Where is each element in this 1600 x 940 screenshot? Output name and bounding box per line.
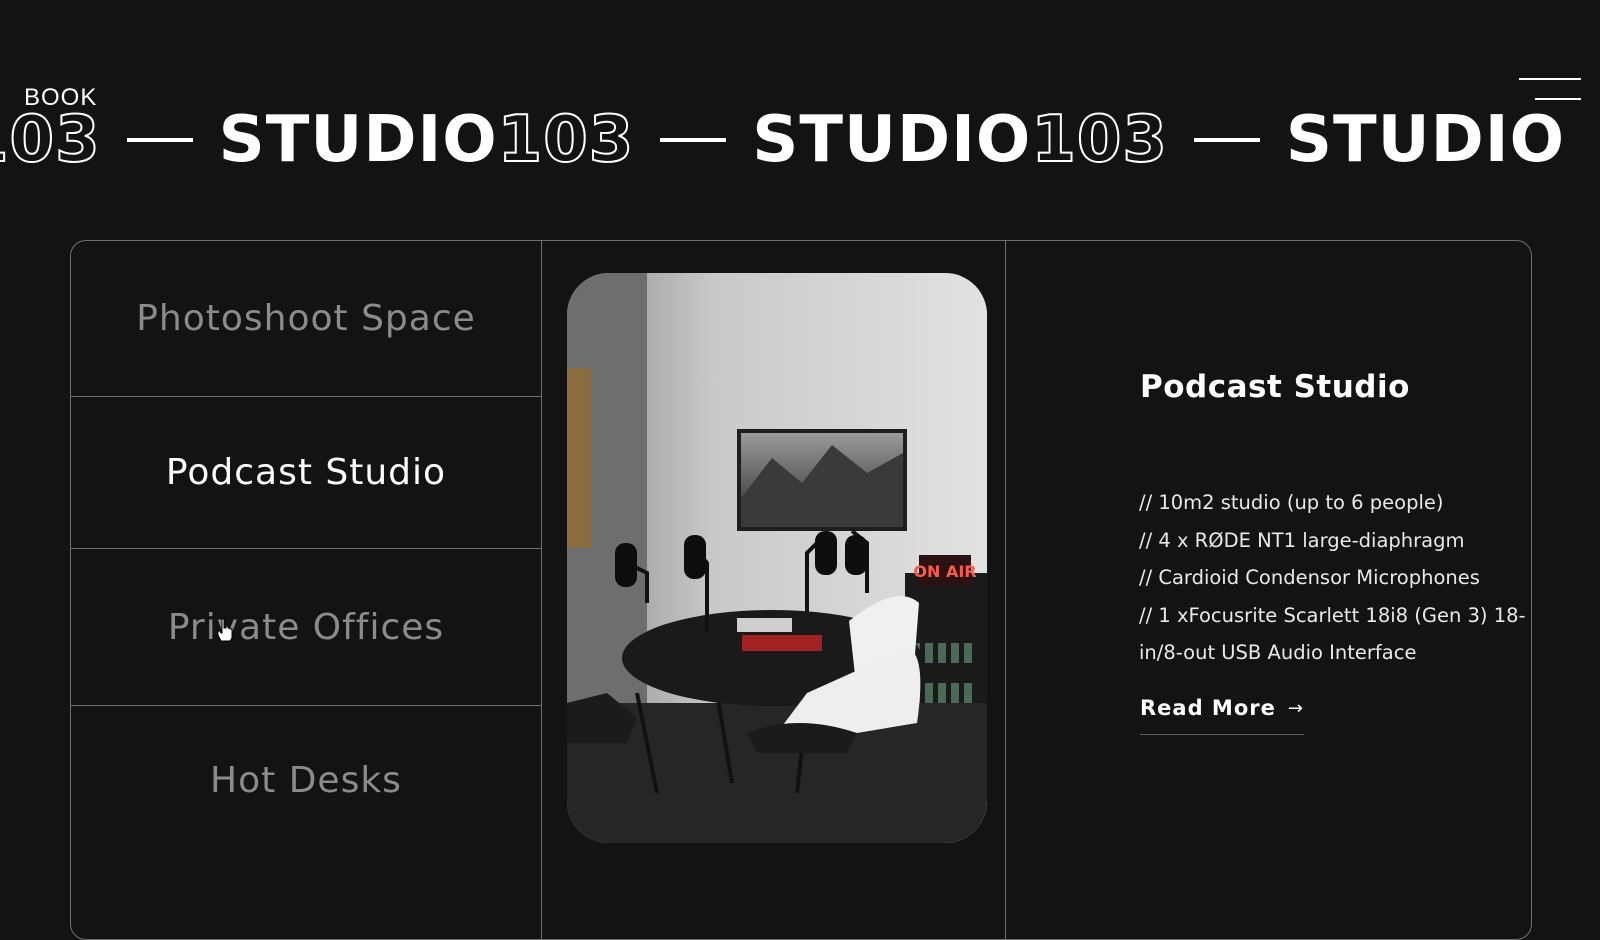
photo-column: ON AIR <box>542 241 1006 939</box>
marquee-item: 103 STUDIO <box>1030 102 1565 178</box>
detail-title: Podcast Studio <box>1140 369 1410 405</box>
marquee-dash <box>1193 138 1260 142</box>
tab-podcast-studio[interactable]: Podcast Studio <box>71 397 541 549</box>
tab-private-offices[interactable]: Private Offices <box>71 549 541 706</box>
hamburger-menu-icon[interactable] <box>1515 76 1581 104</box>
read-more-label: Read More <box>1140 696 1276 720</box>
tab-photoshoot-space[interactable]: Photoshoot Space <box>71 241 541 397</box>
spaces-panel: Photoshoot Space Podcast Studio Private … <box>70 240 1532 940</box>
marquee-dash <box>126 138 193 142</box>
feature-item: // 4 x RØDE NT1 large-diaphragm <box>1139 528 1465 552</box>
marquee-dash <box>660 138 727 142</box>
menu-line <box>1519 78 1581 80</box>
feature-item: // 1 xFocusrite Scarlett 18i8 (Gen 3) 18… <box>1139 603 1526 665</box>
marquee-word: STUDIO <box>752 103 1032 177</box>
space-detail: Podcast Studio // 10m2 studio (up to 6 p… <box>1006 241 1531 939</box>
podcast-studio-photo: ON AIR <box>567 273 987 843</box>
marquee-word: STUDIO <box>1285 103 1565 177</box>
tab-hot-desks[interactable]: Hot Desks <box>71 706 541 939</box>
feature-list: // 10m2 studio (up to 6 people) // 4 x R… <box>1139 484 1531 672</box>
marquee-number: 103 <box>0 102 101 178</box>
feature-item: // Cardioid Condensor Microphones <box>1139 566 1480 589</box>
hand-cursor-icon <box>217 618 233 642</box>
on-air-sign: ON AIR <box>913 562 976 581</box>
marquee-item: 103 STUDIO <box>497 102 1032 178</box>
space-tab-list: Photoshoot Space Podcast Studio Private … <box>71 241 542 939</box>
marquee-number: 103 <box>1030 102 1168 178</box>
marquee-word: STUDIO <box>218 103 498 177</box>
marquee-item: 103 STUDIO <box>0 102 498 178</box>
menu-line <box>1535 98 1581 100</box>
arrow-right-icon: → <box>1287 697 1304 719</box>
read-more-link[interactable]: Read More → <box>1140 696 1304 735</box>
studio-marquee: 103 STUDIO 103 STUDIO 103 STUDIO <box>0 100 1565 180</box>
feature-item: // 10m2 studio (up to 6 people) <box>1139 491 1444 514</box>
marquee-number: 103 <box>497 102 635 178</box>
